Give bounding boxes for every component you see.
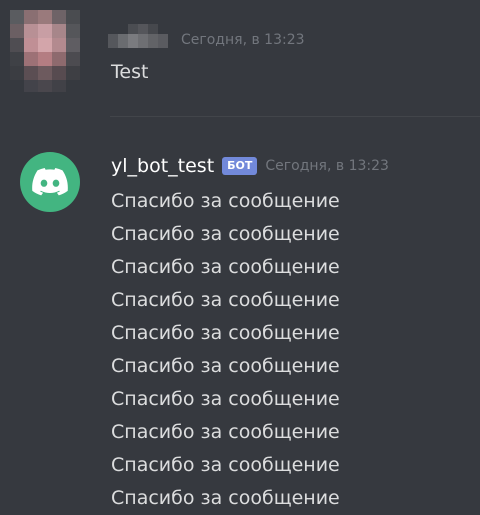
username-pixelated[interactable] [108,20,172,54]
message-group-bot: yl_bot_test БОТ Сегодня, в 13:23 Спасибо… [0,140,480,514]
bot-tag-badge: БОТ [222,157,258,175]
message-text: Test [111,61,149,83]
message-text: Спасибо за сообщение [111,388,340,410]
message-text: Спасибо за сообщение [111,454,340,476]
message-text: Спасибо за сообщение [111,322,340,344]
message-text: Спасибо за сообщение [111,355,340,377]
pixelated-avatar-image [0,0,96,98]
message-text: Спасибо за сообщение [111,487,340,509]
message-timestamp[interactable]: Сегодня, в 13:23 [181,31,305,49]
message-group-user: Сегодня, в 13:23 Test [0,0,480,110]
user-avatar-pixelated[interactable] [0,0,96,98]
message-text: Спасибо за сообщение [111,289,340,311]
discord-logo-icon [32,168,68,196]
bot-avatar[interactable] [20,152,80,212]
message-text: Спасибо за сообщение [111,190,340,212]
chat-messages: Сегодня, в 13:23 Test yl_bot_test БОТ Се… [0,0,480,514]
pixelated-username-image [108,20,172,54]
author-name[interactable]: yl_bot_test [111,153,214,179]
message-lines: Спасибо за сообщение Спасибо за сообщени… [111,185,340,515]
message-text: Спасибо за сообщение [111,421,340,443]
message-header: yl_bot_test БОТ Сегодня, в 13:23 [111,153,389,179]
message-text: Спасибо за сообщение [111,223,340,245]
message-divider [110,116,480,117]
message-text: Спасибо за сообщение [111,256,340,278]
message-timestamp[interactable]: Сегодня, в 13:23 [265,157,389,175]
